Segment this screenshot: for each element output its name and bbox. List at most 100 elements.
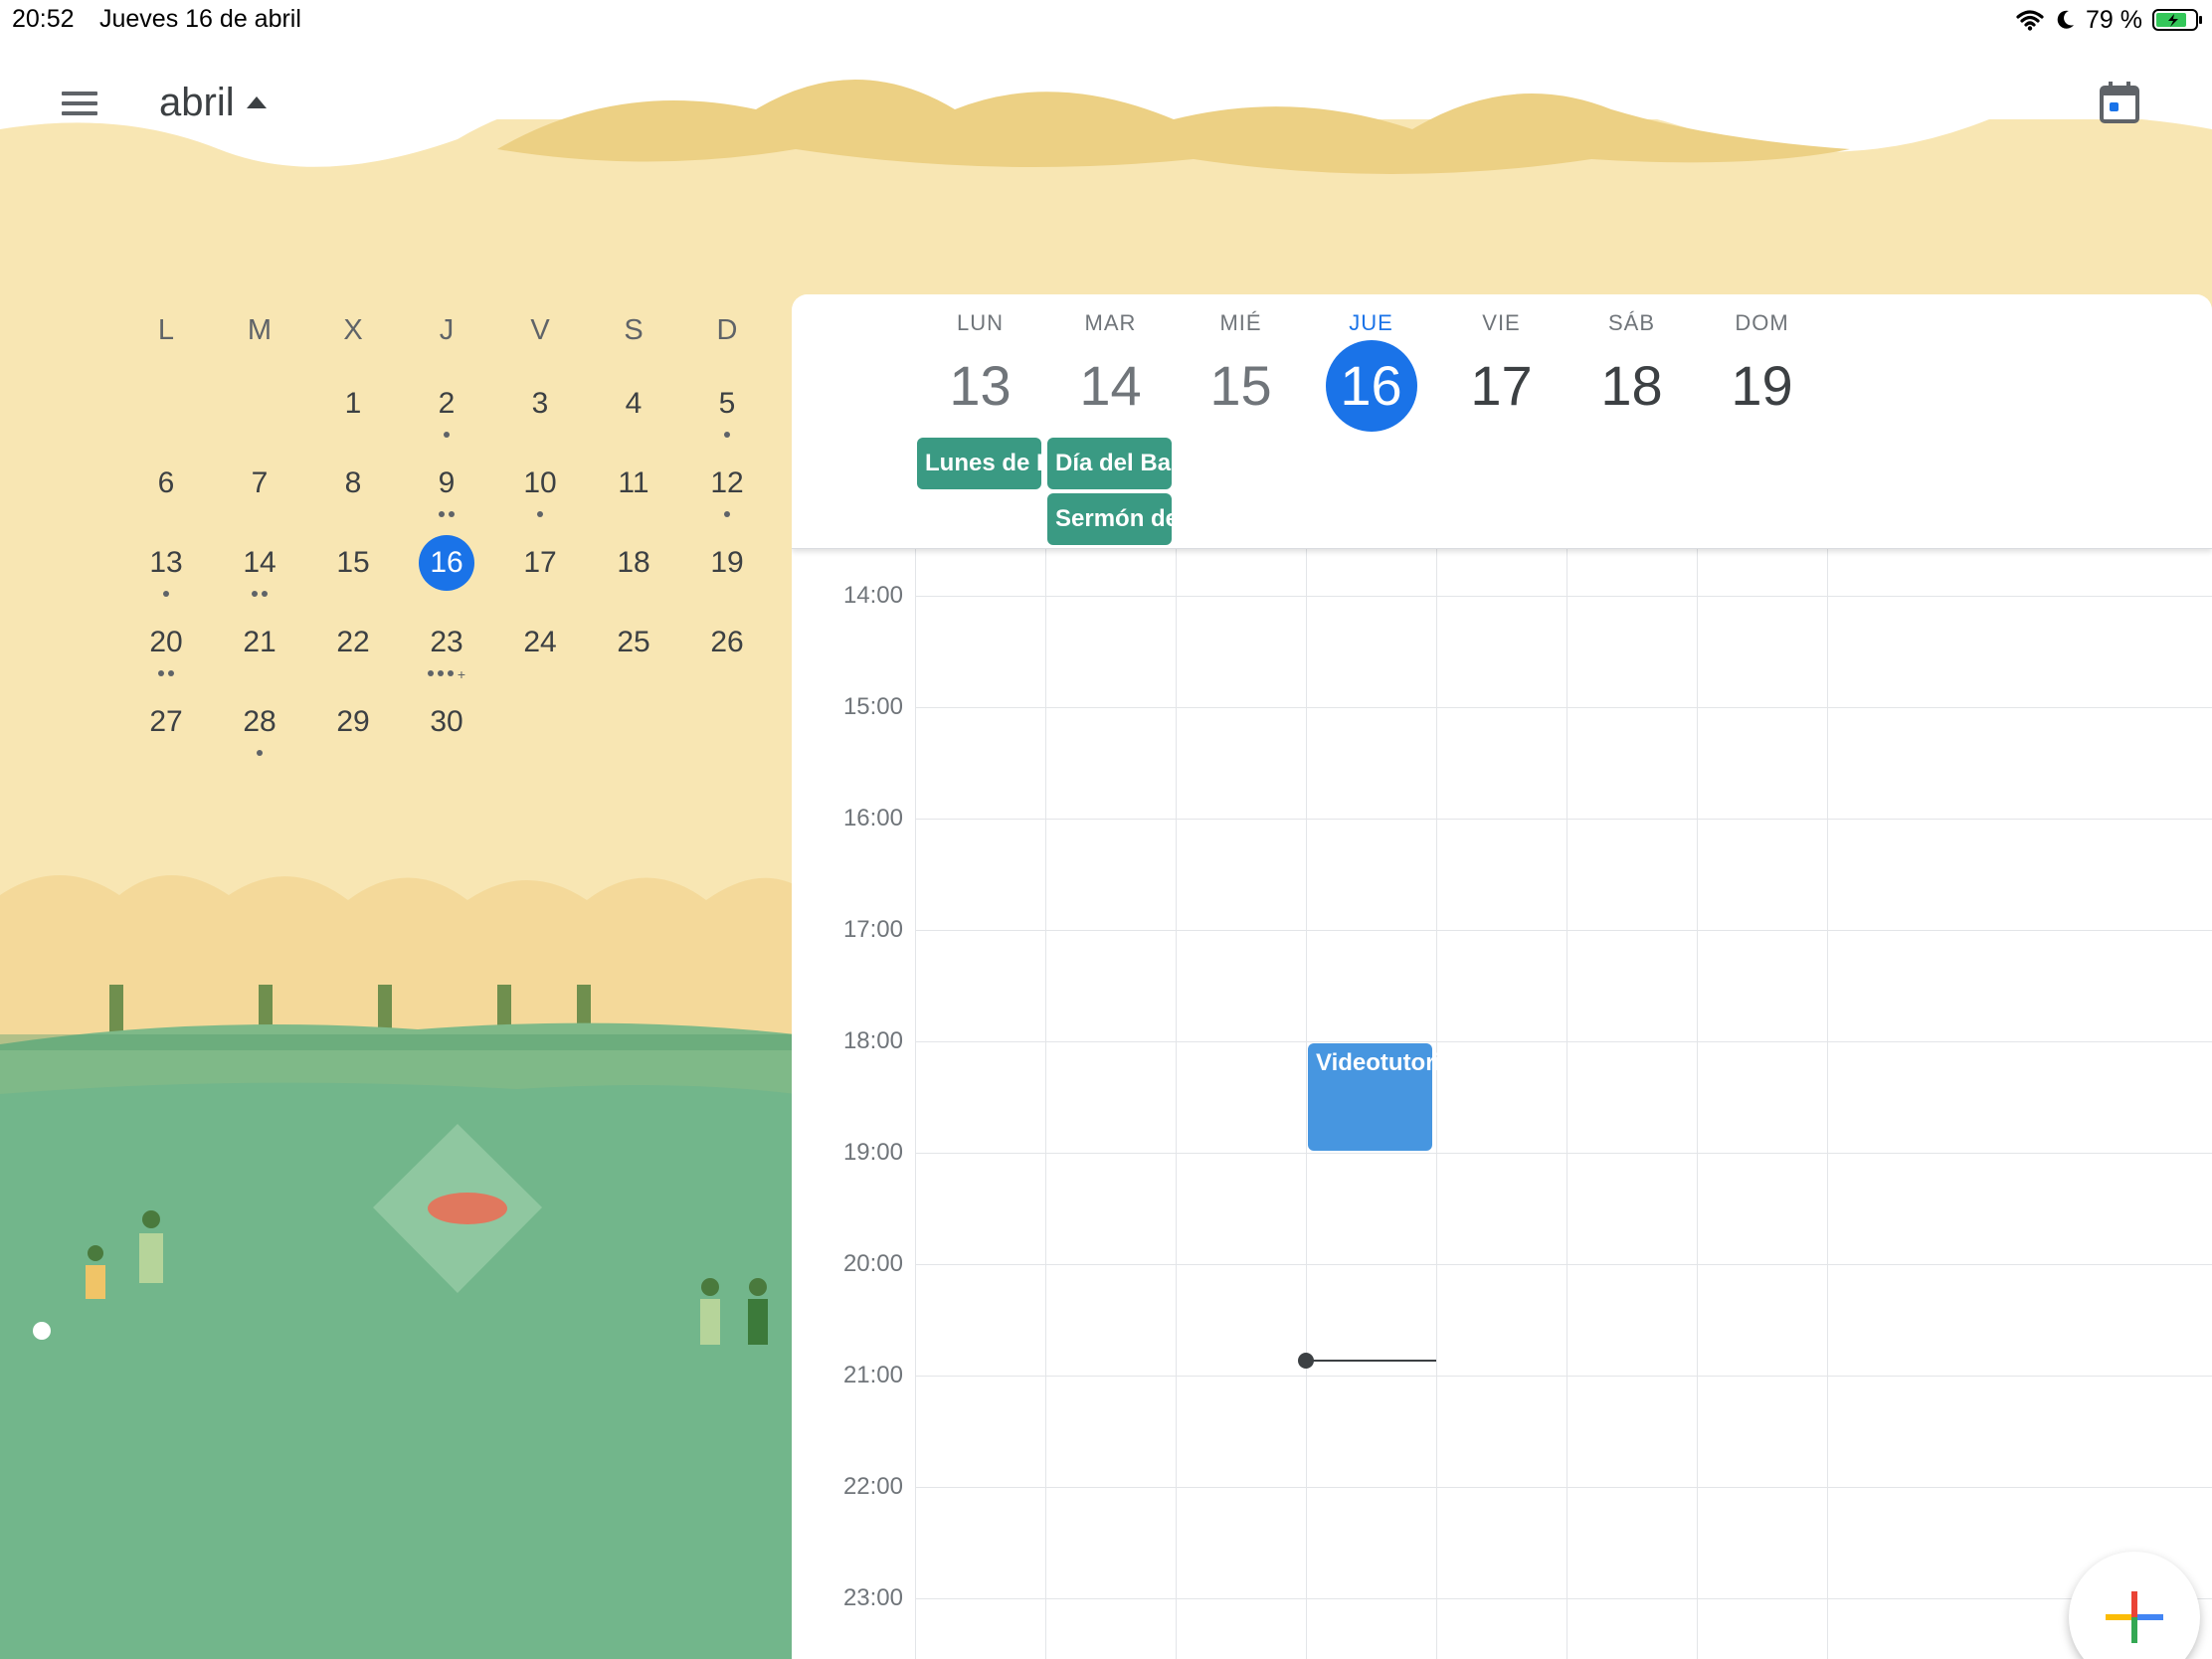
mini-day-number: 26 [710,626,744,658]
status-time: 20:52 [12,5,75,33]
event-dots [493,511,587,519]
timed-event[interactable]: Videotutorial [1308,1043,1461,1151]
day-column-divider [1045,390,1046,1659]
day-number: 14 [1079,354,1142,417]
mini-day-number: 11 [618,466,649,499]
mini-day-1[interactable]: 1 [306,366,400,446]
moon-icon [2057,10,2075,29]
mini-day-22[interactable]: 22 [306,605,400,684]
more-events-plus: + [457,666,466,682]
all-day-event[interactable]: Lunes de Pascua [917,438,1041,489]
all-day-event[interactable]: Sermón de las Tentaciones [1047,493,1172,545]
mini-day-number: 13 [149,546,183,579]
hour-gridline [915,1598,2212,1599]
mini-day-12[interactable]: 12 [680,446,774,525]
mini-weekday-label: S [624,314,644,346]
mini-day-7[interactable]: 7 [213,446,306,525]
day-number: 17 [1470,354,1533,417]
mini-day-24[interactable]: 24 [493,605,587,684]
mini-day-16[interactable]: 16 [400,525,493,605]
event-dot [158,670,164,676]
mini-day-empty [213,366,306,446]
day-column-divider [915,390,916,1659]
week-header: LUN 13 MAR 14 MIÉ 15 JUE 16 VIE 17 SÁB 18 DOM 19 Lunes… [792,294,2212,549]
hour-gridline [915,1041,2212,1042]
day-header-dom[interactable]: DOM 19 [1670,294,1855,444]
current-time-dot [1298,1353,1314,1370]
mini-day-number: 29 [336,705,370,738]
mini-day-number: 2 [438,387,456,420]
mini-day-18[interactable]: 18 [587,525,680,605]
day-number: 15 [1209,354,1272,417]
mini-day-23[interactable]: 23 + [400,605,493,684]
mini-day-number: 14 [243,546,276,579]
event-dot [537,511,543,517]
status-date: Jueves 16 de abril [99,5,301,33]
mini-day-number: 15 [336,546,370,579]
hour-gridline [915,930,2212,931]
day-column-divider [1306,390,1307,1659]
day-number: 13 [949,354,1012,417]
hour-label: 15:00 [842,693,903,720]
event-dots [119,591,213,599]
mini-day-3[interactable]: 3 [493,366,587,446]
mini-day-13[interactable]: 13 [119,525,213,605]
mini-day-11[interactable]: 11 [587,446,680,525]
day-number: 18 [1600,354,1663,417]
mini-day-number: 23 [430,626,463,658]
mini-day-5[interactable]: 5 [680,366,774,446]
hour-label: 21:00 [842,1362,903,1388]
mini-day-6[interactable]: 6 [119,446,213,525]
day-column-divider [1176,390,1177,1659]
mini-day-number: 28 [243,705,276,738]
mini-day-19[interactable]: 19 [680,525,774,605]
event-dot [252,591,258,597]
event-dot [262,591,268,597]
mini-weekday-label: V [530,314,550,346]
hour-gridline [915,596,2212,597]
mini-day-21[interactable]: 21 [213,605,306,684]
mini-day-2[interactable]: 2 [400,366,493,446]
mini-day-26[interactable]: 26 [680,605,774,684]
all-day-event[interactable]: Día del Bando [1047,438,1172,489]
mini-weekday-label: D [716,314,738,346]
mini-day-17[interactable]: 17 [493,525,587,605]
status-indicators: 79 % [2016,4,2204,36]
mini-day-8[interactable]: 8 [306,446,400,525]
mini-day-number: 7 [251,466,269,499]
event-dot [257,750,263,756]
hour-gridline [915,1376,2212,1377]
mini-day-10[interactable]: 10 [493,446,587,525]
month-selector[interactable]: abril [159,78,267,127]
hour-label: 19:00 [842,1139,903,1166]
time-grid[interactable]: 14:00 15:00 16:00 17:00 18:00 19:00 20:00 21:00… [792,390,2212,1659]
mini-day-30[interactable]: 30 [400,684,493,764]
mini-day-number: 30 [430,705,463,738]
mini-day-15[interactable]: 15 [306,525,400,605]
event-dots [680,511,774,519]
mini-day-14[interactable]: 14 [213,525,306,605]
event-dots [680,432,774,440]
hamburger-menu-icon[interactable] [50,80,109,127]
create-event-button[interactable] [2069,1552,2200,1659]
calendar-today-icon[interactable] [2095,78,2144,127]
mini-day-25[interactable]: 25 [587,605,680,684]
mini-day-number: 1 [344,387,362,420]
mini-day-4[interactable]: 4 [587,366,680,446]
event-dots [213,591,306,599]
event-dots [400,432,493,440]
hour-gridline [915,1487,2212,1488]
mini-day-28[interactable]: 28 [213,684,306,764]
mini-weekday-label: L [157,314,175,346]
mini-day-number: 8 [344,466,362,499]
mini-day-29[interactable]: 29 [306,684,400,764]
mini-day-9[interactable]: 9 [400,446,493,525]
battery-icon [2152,9,2202,31]
mini-day-20[interactable]: 20 [119,605,213,684]
mini-day-27[interactable]: 27 [119,684,213,764]
mini-day-number: 9 [438,466,456,499]
month-label: abril [159,80,235,124]
mini-day-number: 18 [617,546,650,579]
day-column-divider [1436,390,1437,1659]
event-dot [439,511,445,517]
